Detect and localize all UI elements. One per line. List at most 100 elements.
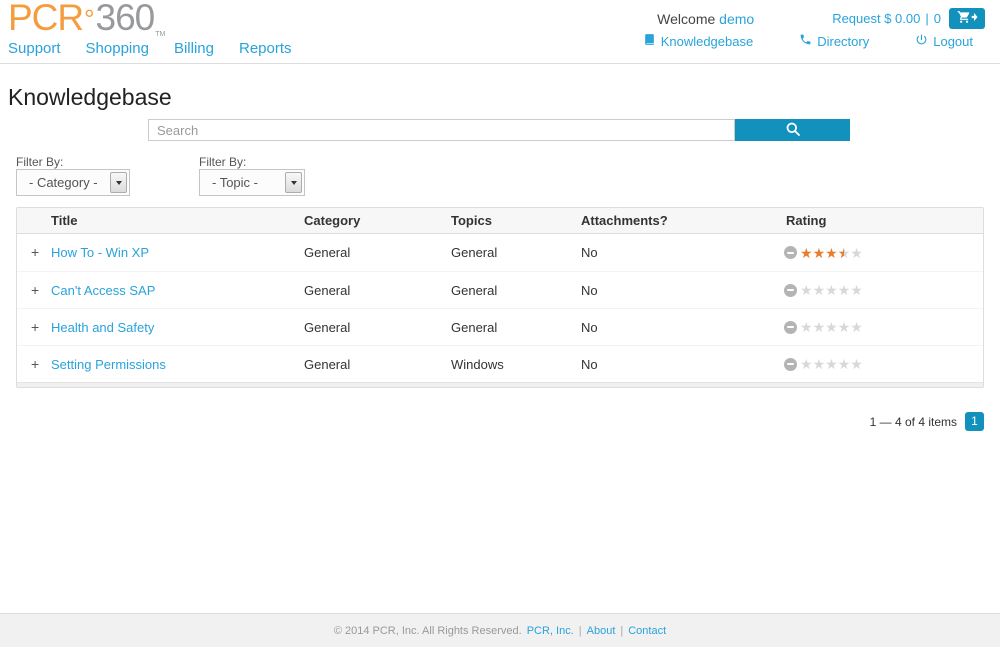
star-icon[interactable]: ★	[850, 246, 863, 260]
column-header-category[interactable]: Category	[304, 208, 360, 234]
search-icon	[785, 121, 801, 140]
table-row: + Health and Safety General General No ★…	[17, 308, 983, 345]
cell-attachments: No	[581, 309, 598, 346]
search-button[interactable]	[735, 119, 850, 141]
book-icon	[643, 33, 656, 49]
column-header-rating[interactable]: Rating	[786, 208, 826, 234]
username-link[interactable]: demo	[719, 11, 754, 27]
star-icon[interactable]: ★	[838, 357, 851, 371]
nav-item-shopping[interactable]: Shopping	[86, 40, 149, 57]
star-icon[interactable]: ★	[850, 283, 863, 297]
footer-separator: |	[620, 625, 623, 637]
rating-stars: ★★★★★★	[800, 246, 863, 260]
star-icon[interactable]: ★	[850, 357, 863, 371]
star-icon[interactable]: ★	[800, 246, 813, 260]
knowledgebase-link[interactable]: Knowledgebase	[643, 33, 754, 49]
knowledgebase-link-label: Knowledgebase	[661, 34, 754, 49]
request-separator: |	[925, 11, 928, 26]
pagination: 1 — 4 of 4 items 1	[870, 412, 984, 431]
rating-stars: ★★★★★	[800, 357, 863, 371]
nav-item-billing[interactable]: Billing	[174, 40, 214, 57]
article-title-link[interactable]: Health and Safety	[51, 309, 154, 346]
cell-category: General	[304, 346, 350, 383]
star-icon[interactable]: ★	[800, 320, 813, 334]
column-header-topics[interactable]: Topics	[451, 208, 492, 234]
footer-link-about[interactable]: About	[587, 625, 616, 637]
article-title-link[interactable]: Can't Access SAP	[51, 272, 155, 309]
cart-checkout-button[interactable]	[949, 8, 985, 29]
cell-attachments: No	[581, 346, 598, 383]
cell-category: General	[304, 309, 350, 346]
footer-link-contact[interactable]: Contact	[628, 625, 666, 637]
star-icon[interactable]: ★	[825, 320, 838, 334]
rating-widget: ★★★★★	[784, 357, 863, 371]
main-nav: Support Shopping Billing Reports	[8, 40, 292, 57]
star-icon[interactable]: ★	[813, 283, 826, 297]
directory-link[interactable]: Directory	[799, 33, 869, 49]
cell-topics: Windows	[451, 346, 504, 383]
row-expander[interactable]: +	[31, 234, 39, 271]
page-1-button[interactable]: 1	[965, 412, 984, 431]
articles-table: Title Category Topics Attachments? Ratin…	[16, 207, 984, 388]
cancel-rating-icon[interactable]	[784, 284, 797, 297]
copyright-text: © 2014 PCR, Inc. All Rights Reserved.	[334, 625, 522, 637]
category-filter-value: - Category -	[29, 175, 98, 190]
welcome-text: Welcome demo	[657, 11, 754, 27]
table-row: + Setting Permissions General Windows No…	[17, 345, 983, 382]
star-icon[interactable]: ★	[813, 357, 826, 371]
cancel-rating-icon[interactable]	[784, 321, 797, 334]
column-header-title[interactable]: Title	[51, 208, 78, 234]
logo-text-pcr: PCR	[8, 0, 83, 38]
row-expander[interactable]: +	[31, 346, 39, 383]
star-icon[interactable]: ★	[825, 357, 838, 371]
caret-down-icon[interactable]	[285, 172, 302, 193]
footer-separator: |	[579, 625, 582, 637]
nav-item-reports[interactable]: Reports	[239, 40, 292, 57]
article-title-link[interactable]: Setting Permissions	[51, 346, 166, 383]
topic-filter-dropdown[interactable]: - Topic -	[199, 169, 305, 196]
cancel-rating-icon[interactable]	[784, 246, 797, 259]
logout-link[interactable]: Logout	[915, 33, 973, 49]
star-icon[interactable]: ★	[813, 246, 826, 260]
star-icon[interactable]: ★★	[838, 246, 851, 260]
category-filter-dropdown[interactable]: - Category -	[16, 169, 130, 196]
article-title-link[interactable]: How To - Win XP	[51, 234, 149, 271]
star-icon[interactable]: ★	[800, 357, 813, 371]
topic-filter-value: - Topic -	[212, 175, 258, 190]
star-icon[interactable]: ★	[838, 320, 851, 334]
phone-icon	[799, 33, 812, 49]
star-icon[interactable]: ★	[800, 283, 813, 297]
request-total-link[interactable]: Request $ 0.00 | 0	[832, 11, 941, 26]
knowledgebase-page: PCR°360TM Support Shopping Billing Repor…	[0, 0, 1000, 647]
search-input[interactable]	[148, 119, 735, 141]
power-icon	[915, 33, 928, 49]
header-bottom-right: Knowledgebase Directory Logout	[643, 33, 973, 49]
filter-by-label-category: Filter By:	[16, 155, 63, 169]
request-amount: Request $ 0.00	[832, 11, 920, 26]
page-title: Knowledgebase	[8, 84, 172, 111]
header-top-right: Welcome demo Request $ 0.00 | 0	[657, 8, 985, 29]
row-expander[interactable]: +	[31, 272, 39, 309]
star-icon[interactable]: ★	[825, 246, 838, 260]
nav-item-support[interactable]: Support	[8, 40, 61, 57]
row-expander[interactable]: +	[31, 309, 39, 346]
column-header-attachments[interactable]: Attachments?	[581, 208, 668, 234]
pagination-summary: 1 — 4 of 4 items	[870, 415, 957, 429]
logo-degree-icon: °	[84, 4, 94, 34]
star-icon[interactable]: ★	[850, 320, 863, 334]
cell-topics: General	[451, 272, 497, 309]
cancel-rating-icon[interactable]	[784, 358, 797, 371]
rating-widget: ★★★★★	[784, 320, 863, 334]
cell-category: General	[304, 234, 350, 271]
logout-link-label: Logout	[933, 34, 973, 49]
star-icon[interactable]: ★	[813, 320, 826, 334]
star-icon[interactable]: ★	[838, 283, 851, 297]
star-icon[interactable]: ★	[825, 283, 838, 297]
table-header-row: Title Category Topics Attachments? Ratin…	[17, 208, 983, 234]
cell-topics: General	[451, 234, 497, 271]
cell-attachments: No	[581, 234, 598, 271]
footer-link-pcr[interactable]: PCR, Inc.	[527, 625, 574, 637]
caret-down-icon[interactable]	[110, 172, 127, 193]
cell-attachments: No	[581, 272, 598, 309]
cell-topics: General	[451, 309, 497, 346]
